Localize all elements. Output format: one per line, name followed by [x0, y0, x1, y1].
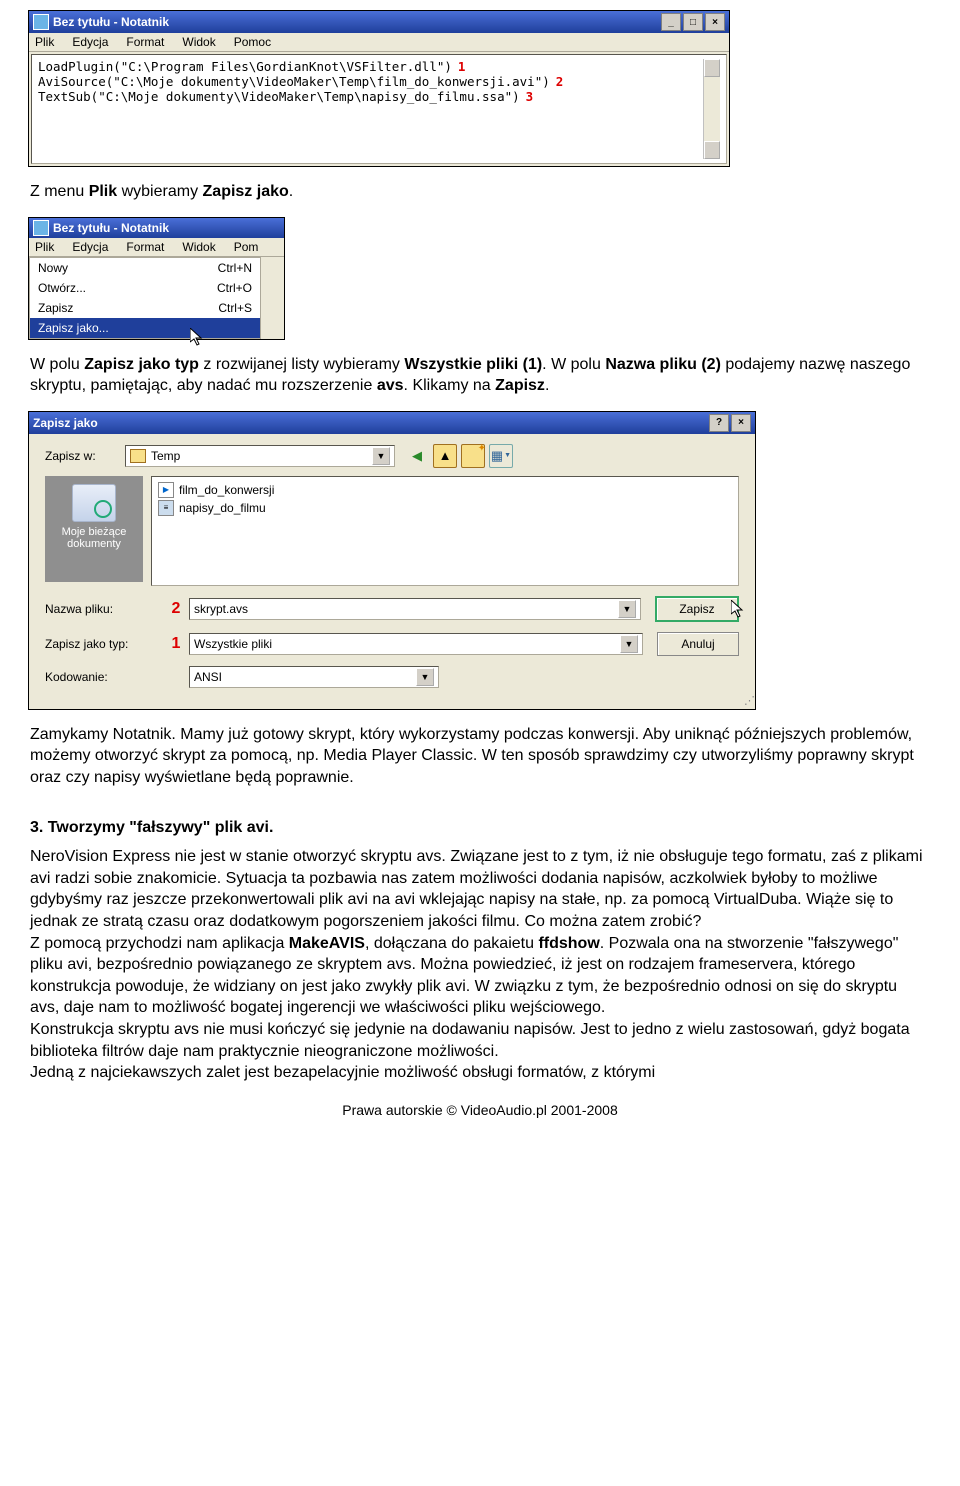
menu-widok[interactable]: Widok [182, 35, 215, 49]
titlebar: Bez tytułu - Notatnik [29, 218, 284, 238]
menu-edycja[interactable]: Edycja [72, 35, 108, 49]
save-button[interactable]: Zapisz [655, 596, 739, 622]
chevron-down-icon[interactable]: ▼ [372, 447, 390, 465]
new-folder-icon[interactable]: ✦ [461, 444, 485, 468]
titlebar: Zapisz jako ? × [29, 412, 755, 434]
annotation-filename: 2 [167, 600, 185, 618]
up-icon[interactable]: ▲ [433, 444, 457, 468]
close-button[interactable]: × [705, 13, 725, 31]
code-line-3: TextSub("C:\Moje dokumenty\VideoMaker\Te… [38, 89, 520, 104]
file-list[interactable]: ▶ film_do_konwersji ≡ napisy_do_filmu [151, 476, 739, 586]
scroll-down-arrow-icon[interactable] [704, 141, 720, 159]
views-icon[interactable]: ▦▼ [489, 444, 513, 468]
help-button[interactable]: ? [709, 414, 729, 432]
menu-plik[interactable]: Plik [35, 240, 54, 254]
resize-grip-icon[interactable]: ⋰ [29, 694, 755, 709]
code-line-1: LoadPlugin("C:\Program Files\GordianKnot… [38, 59, 452, 74]
footer-copyright: Prawa autorskie © VideoAudio.pl 2001-200… [0, 1102, 960, 1118]
list-item[interactable]: ▶ film_do_konwersji [156, 481, 734, 499]
maximize-button[interactable]: □ [683, 13, 703, 31]
menu-plik[interactable]: Plik [35, 35, 54, 49]
filename-label: Nazwa pliku: [45, 602, 163, 616]
menu-item-otworz[interactable]: Otwórz...Ctrl+O [30, 278, 260, 298]
chevron-down-icon[interactable]: ▼ [416, 668, 434, 686]
chevron-down-icon[interactable]: ▼ [620, 635, 638, 653]
menubar: Plik Edycja Format Widok Pom [29, 238, 284, 257]
saveas-dialog: Zapisz jako ? × Zapisz w: Temp ▼ ◀ ▲ ✦ ▦… [28, 411, 756, 710]
paragraph-3: Zamykamy Notatnik. Mamy już gotowy skryp… [30, 710, 930, 803]
titlebar: Bez tytułu - Notatnik _ □ × [29, 11, 729, 33]
places-label: Moje bieżące dokumenty [49, 526, 139, 550]
list-item[interactable]: ≡ napisy_do_filmu [156, 499, 734, 517]
close-button[interactable]: × [731, 414, 751, 432]
menu-format[interactable]: Format [126, 35, 164, 49]
menu-item-zapisz[interactable]: ZapiszCtrl+S [30, 298, 260, 318]
places-bar[interactable]: Moje bieżące dokumenty [45, 476, 143, 582]
annotation-type: 1 [167, 635, 185, 653]
code-line-2: AviSource("C:\Moje dokumenty\VideoMaker\… [38, 74, 550, 89]
window-title: Bez tytułu - Notatnik [53, 221, 169, 235]
type-label: Zapisz jako typ: [45, 637, 163, 651]
menu-item-zapisz-jako[interactable]: Zapisz jako... [30, 318, 260, 338]
editor[interactable]: LoadPlugin("C:\Program Files\GordianKnot… [31, 54, 727, 164]
menubar: Plik Edycja Format Widok Pomoc [29, 33, 729, 52]
annotation-1: 1 [458, 59, 466, 74]
encoding-label: Kodowanie: [45, 670, 163, 684]
chevron-down-icon[interactable]: ▼ [618, 600, 636, 618]
menu-widok[interactable]: Widok [182, 240, 215, 254]
menu-format[interactable]: Format [126, 240, 164, 254]
paragraph-1: Z menu Plik wybieramy Zapisz jako. [30, 167, 930, 217]
dialog-title: Zapisz jako [33, 416, 98, 430]
annotation-2: 2 [556, 74, 564, 89]
cancel-button[interactable]: Anuluj [657, 632, 739, 656]
scroll-up-arrow-icon[interactable] [704, 59, 720, 77]
minimize-button[interactable]: _ [661, 13, 681, 31]
encoding-combo[interactable]: ANSI ▼ [189, 666, 439, 688]
file-menu-dropdown: NowyCtrl+N Otwórz...Ctrl+O ZapiszCtrl+S … [29, 257, 261, 339]
menu-pomoc[interactable]: Pomoc [234, 35, 271, 49]
menu-pomoc[interactable]: Pom [234, 240, 259, 254]
filename-input[interactable]: skrypt.avs ▼ [189, 598, 641, 620]
notepad-window-menu: Bez tytułu - Notatnik Plik Edycja Format… [28, 217, 285, 340]
savein-combo[interactable]: Temp ▼ [125, 445, 395, 467]
annotation-3: 3 [526, 89, 534, 104]
savein-value: Temp [151, 449, 180, 463]
window-title: Bez tytułu - Notatnik [53, 15, 169, 29]
menu-edycja[interactable]: Edycja [72, 240, 108, 254]
back-icon[interactable]: ◀ [405, 444, 429, 468]
savein-label: Zapisz w: [45, 449, 125, 463]
notepad-window: Bez tytułu - Notatnik _ □ × Plik Edycja … [28, 10, 730, 167]
paragraph-2: W polu Zapisz jako typ z rozwijanej list… [30, 340, 930, 411]
subtitle-file-icon: ≡ [158, 500, 174, 516]
paragraph-4: NeroVision Express nie jest w stanie otw… [30, 846, 930, 1084]
avi-file-icon: ▶ [158, 482, 174, 498]
notepad-icon [33, 220, 49, 236]
menu-item-nowy[interactable]: NowyCtrl+N [30, 258, 260, 278]
vertical-scrollbar[interactable] [703, 59, 720, 159]
folder-icon [130, 449, 146, 463]
section-heading: 3. Tworzymy "fałszywy" plik avi. [30, 817, 930, 839]
notepad-icon [33, 14, 49, 30]
type-combo[interactable]: Wszystkie pliki ▼ [189, 633, 643, 655]
recent-documents-icon[interactable] [72, 484, 116, 522]
